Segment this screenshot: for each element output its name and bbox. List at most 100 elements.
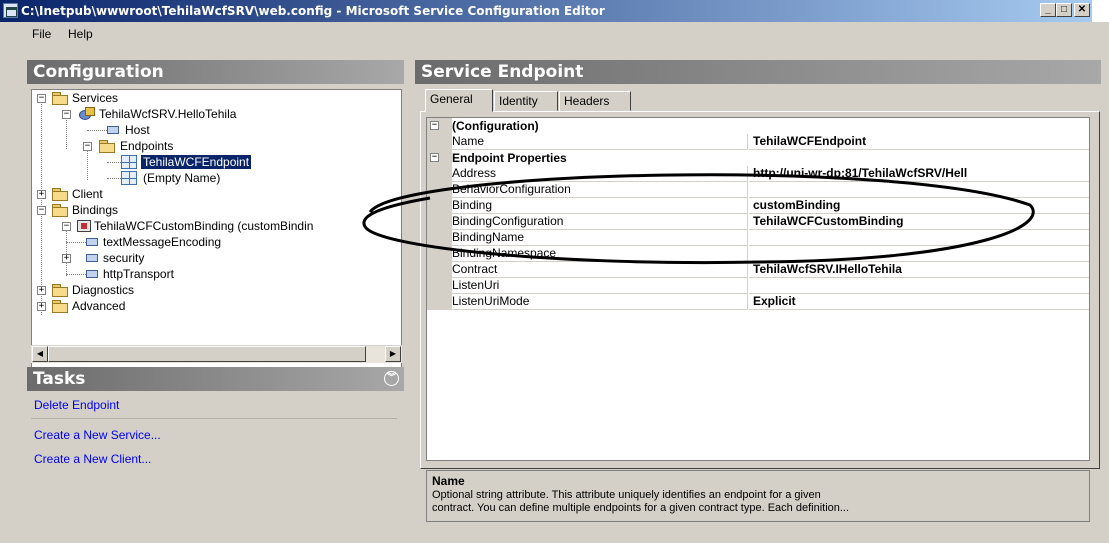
create-service-link[interactable]: Create a New Service... [34, 428, 161, 442]
property-grid[interactable]: − (Configuration) Name TehilaWCFEndpoint… [426, 117, 1090, 461]
tree-line [107, 162, 121, 163]
collapse-service-icon[interactable]: − [62, 110, 71, 119]
collapse-endpoints-icon[interactable]: − [83, 142, 92, 151]
tab-general[interactable]: General [425, 89, 493, 112]
property-value[interactable]: TehilaWCFEndpoint [749, 134, 1089, 150]
property-row[interactable]: BindingName [427, 230, 1089, 246]
tree-client[interactable]: Client [72, 186, 103, 202]
property-row[interactable]: ListenUri [427, 278, 1089, 294]
help-title: Name [432, 474, 465, 488]
window-title: C:\Inetpub\wwwroot\TehilaWcfSRV\web.conf… [21, 4, 605, 18]
property-value[interactable] [749, 230, 1089, 246]
category-endpoint-properties[interactable]: − Endpoint Properties [427, 150, 1089, 166]
collapse-bindings-icon[interactable]: − [37, 206, 46, 215]
row-gutter [427, 214, 452, 230]
tree-line [87, 150, 88, 180]
menu-file[interactable]: File [32, 27, 51, 41]
expand-security-icon[interactable]: + [62, 254, 71, 263]
folder-icon [52, 188, 68, 201]
property-row[interactable]: Address http://uni-wr-dp:81/TehilaWcfSRV… [427, 166, 1089, 182]
tree-service[interactable]: TehilaWcfSRV.HelloTehila [99, 106, 236, 122]
property-name: ListenUriMode [452, 294, 748, 310]
tab-headers[interactable]: Headers [559, 91, 631, 111]
tasks-header: Tasks ︾ [27, 367, 404, 391]
tree-security[interactable]: security [103, 250, 144, 266]
tree-services[interactable]: Services [72, 90, 118, 106]
tree-advanced[interactable]: Advanced [72, 298, 125, 314]
property-value[interactable] [749, 278, 1089, 294]
collapse-binding-icon[interactable]: − [62, 222, 71, 231]
property-row[interactable]: ListenUriMode Explicit [427, 294, 1089, 310]
scroll-right-icon[interactable]: ▶ [385, 346, 401, 362]
property-name: Name [452, 134, 748, 150]
delete-endpoint-link[interactable]: Delete Endpoint [34, 398, 119, 412]
tree-http-transport[interactable]: httpTransport [103, 266, 174, 282]
property-row[interactable]: BehaviorConfiguration [427, 182, 1089, 198]
tree-endpoint-selected[interactable]: TehilaWCFEndpoint [141, 154, 252, 170]
folder-icon [52, 300, 68, 313]
collapse-category-icon[interactable]: − [430, 153, 439, 162]
property-value[interactable]: http://uni-wr-dp:81/TehilaWcfSRV/Hell [749, 166, 1089, 182]
property-row[interactable]: BindingNamespace [427, 246, 1089, 262]
tasks-title: Tasks [33, 369, 86, 389]
tree-bindings[interactable]: Bindings [72, 202, 118, 218]
tab-identity[interactable]: Identity [494, 91, 558, 111]
row-gutter [427, 166, 452, 182]
scroll-thumb[interactable] [48, 346, 366, 362]
property-name: BindingName [452, 230, 748, 246]
element-icon [86, 254, 98, 262]
property-row[interactable]: Name TehilaWCFEndpoint [427, 134, 1089, 150]
tasks-divider [31, 418, 397, 419]
tree-line [66, 226, 67, 276]
property-row[interactable]: BindingConfiguration TehilaWCFCustomBind… [427, 214, 1089, 230]
expand-advanced-icon[interactable]: + [37, 302, 46, 311]
collapse-tasks-icon[interactable]: ︾ [384, 371, 399, 386]
menu-help[interactable]: Help [68, 27, 93, 41]
binding-icon [77, 220, 91, 232]
scroll-left-icon[interactable]: ◀ [32, 346, 48, 362]
tree-diagnostics[interactable]: Diagnostics [72, 282, 134, 298]
property-value[interactable]: customBinding [749, 198, 1089, 214]
property-name: BindingConfiguration [452, 214, 748, 230]
create-client-link[interactable]: Create a New Client... [34, 452, 151, 466]
endpoint-grid-icon [121, 171, 137, 185]
expand-diagnostics-icon[interactable]: + [37, 286, 46, 295]
property-value[interactable] [749, 246, 1089, 262]
property-value[interactable]: TehilaWCFCustomBinding [749, 214, 1089, 230]
category-configuration[interactable]: − (Configuration) [427, 118, 1089, 134]
expand-client-icon[interactable]: + [37, 190, 46, 199]
tree-host[interactable]: Host [125, 122, 150, 138]
category-label: (Configuration) [452, 119, 539, 133]
element-icon [86, 238, 98, 246]
configuration-tree[interactable]: − Services − TehilaWcfSRV.HelloTehila Ho… [31, 89, 402, 369]
property-name: Binding [452, 198, 748, 214]
collapse-category-icon[interactable]: − [430, 121, 439, 130]
folder-icon [52, 204, 68, 217]
row-gutter [427, 294, 452, 310]
tree-endpoints[interactable]: Endpoints [120, 138, 173, 154]
tree-endpoint-empty[interactable]: (Empty Name) [143, 170, 220, 186]
property-row[interactable]: Contract TehilaWcfSRV.IHelloTehila [427, 262, 1089, 278]
collapse-services-icon[interactable]: − [37, 94, 46, 103]
tree-line [66, 118, 67, 149]
minimize-button[interactable]: _ [1040, 3, 1056, 17]
property-name: BehaviorConfiguration [452, 182, 748, 198]
tree-line [66, 274, 86, 275]
app-icon[interactable] [3, 3, 18, 18]
property-value[interactable]: Explicit [749, 294, 1089, 310]
tree-endpoint-label: TehilaWCFEndpoint [141, 155, 252, 169]
close-button[interactable]: ✕ [1074, 3, 1090, 17]
host-icon [107, 126, 119, 134]
tree-text-message-encoding[interactable]: textMessageEncoding [103, 234, 221, 250]
maximize-button[interactable]: □ [1056, 3, 1072, 17]
property-value[interactable]: TehilaWcfSRV.IHelloTehila [749, 262, 1089, 278]
row-gutter [427, 278, 452, 294]
property-value[interactable] [749, 182, 1089, 198]
title-bar[interactable]: C:\Inetpub\wwwroot\TehilaWcfSRV\web.conf… [0, 0, 1092, 22]
tree-horizontal-scrollbar[interactable]: ◀ ▶ [31, 345, 402, 363]
property-name: Address [452, 166, 748, 182]
help-pane: Name Optional string attribute. This att… [426, 470, 1090, 522]
property-row[interactable]: Binding customBinding [427, 198, 1089, 214]
tree-custom-binding[interactable]: TehilaWCFCustomBinding (customBindin [94, 218, 313, 234]
category-label: Endpoint Properties [452, 151, 567, 165]
